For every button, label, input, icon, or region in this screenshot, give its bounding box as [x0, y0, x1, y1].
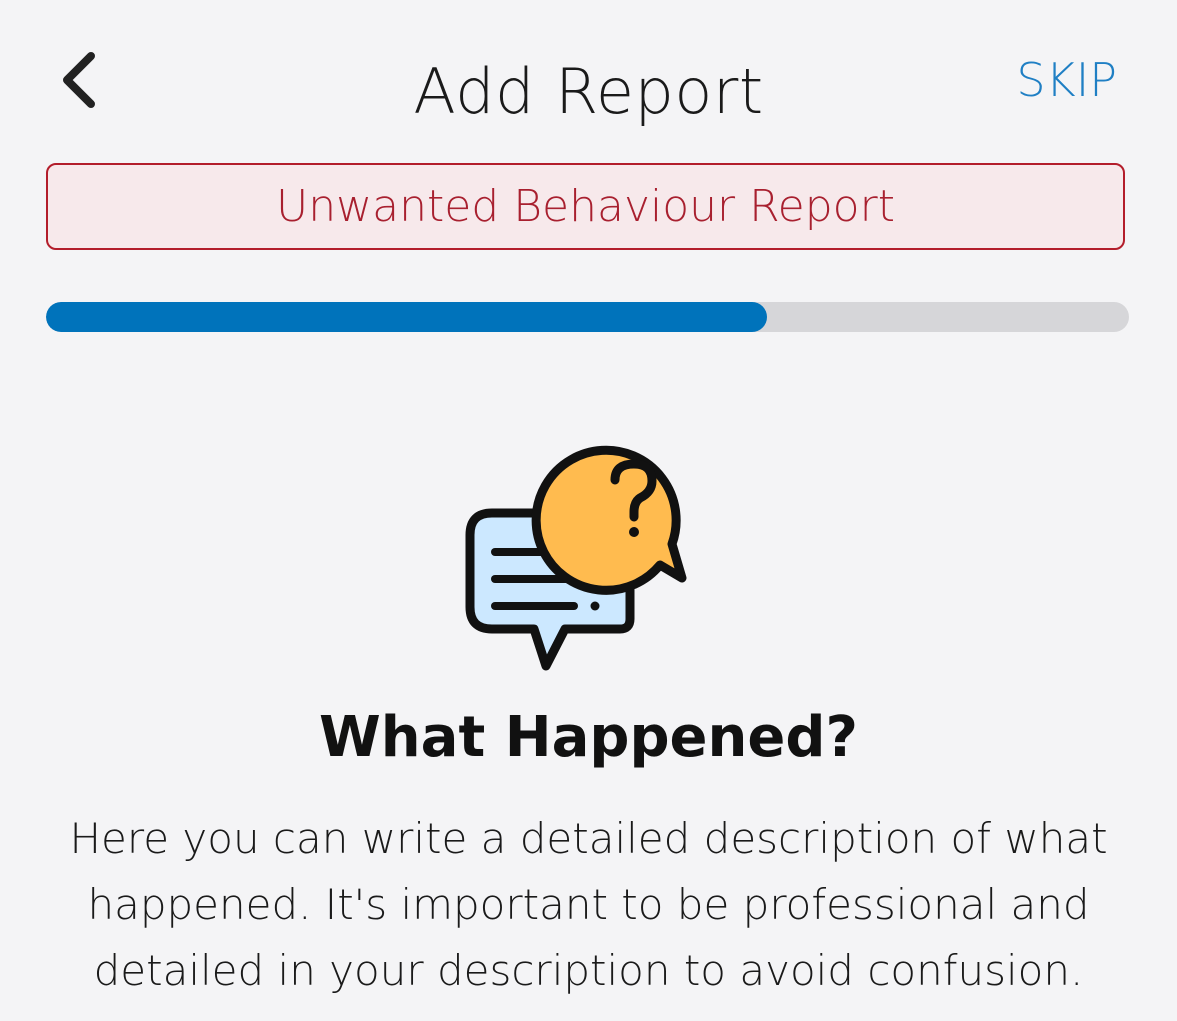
- chat-question-bubbles-icon: [462, 426, 712, 676]
- report-type-badge: Unwanted Behaviour Report: [46, 163, 1125, 250]
- header: Add Report SKIP: [0, 0, 1177, 150]
- progress-fill: [46, 302, 768, 332]
- progress-bar: [46, 302, 1129, 332]
- section-heading: What Happened?: [319, 705, 858, 770]
- section-description: Here you can write a detailed descriptio…: [69, 814, 1108, 995]
- question-bubble-icon: [531, 445, 687, 595]
- skip-button[interactable]: SKIP: [1016, 50, 1117, 110]
- page-title: Add Report: [413, 55, 764, 128]
